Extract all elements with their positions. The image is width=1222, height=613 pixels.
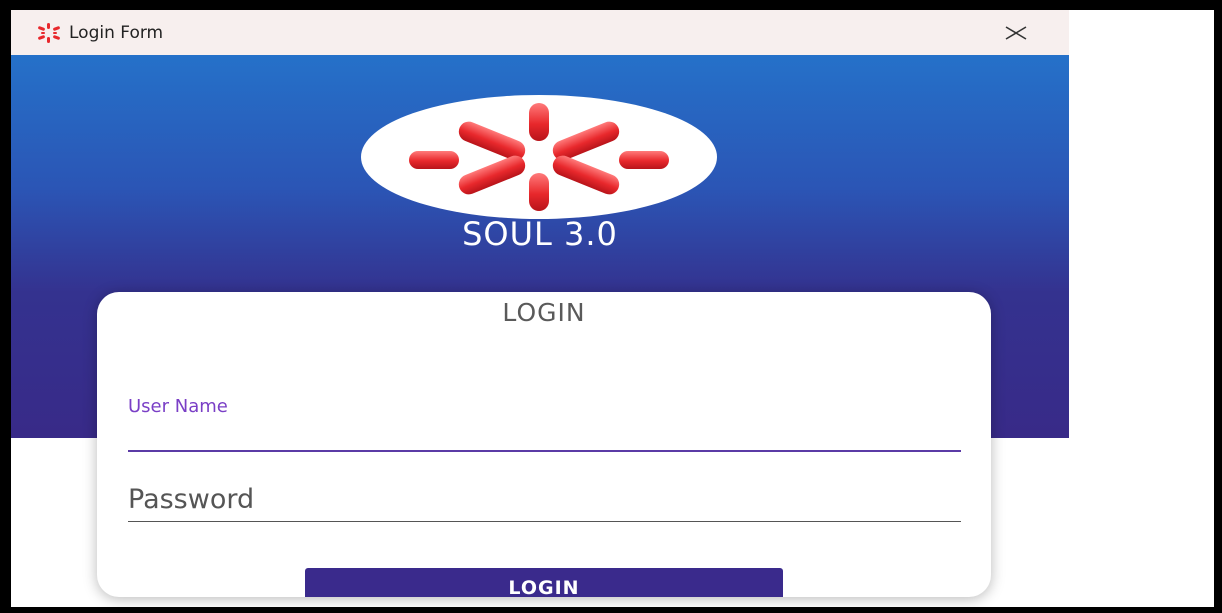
username-label: User Name <box>128 396 228 417</box>
soul-logo-graphic <box>409 103 669 211</box>
soul-logo <box>361 95 717 219</box>
close-icon <box>1005 26 1027 40</box>
login-card: LOGIN User Name LOGIN <box>97 292 991 597</box>
screenshot-frame: Login Form SOUL 3.0 LOGIN User Name LOGI… <box>0 0 1222 613</box>
title-bar: Login Form <box>11 10 1069 55</box>
username-underline <box>128 450 961 452</box>
brand-title: SOUL 3.0 <box>462 215 618 253</box>
login-heading: LOGIN <box>502 298 586 327</box>
window-title: Login Form <box>69 23 164 43</box>
password-input[interactable] <box>128 478 961 522</box>
close-button[interactable] <box>997 18 1035 48</box>
login-window: Login Form SOUL 3.0 LOGIN User Name LOGI… <box>11 10 1069 607</box>
login-button[interactable]: LOGIN <box>305 568 783 597</box>
username-input[interactable] <box>128 422 961 448</box>
soul-logo-icon <box>38 23 60 43</box>
